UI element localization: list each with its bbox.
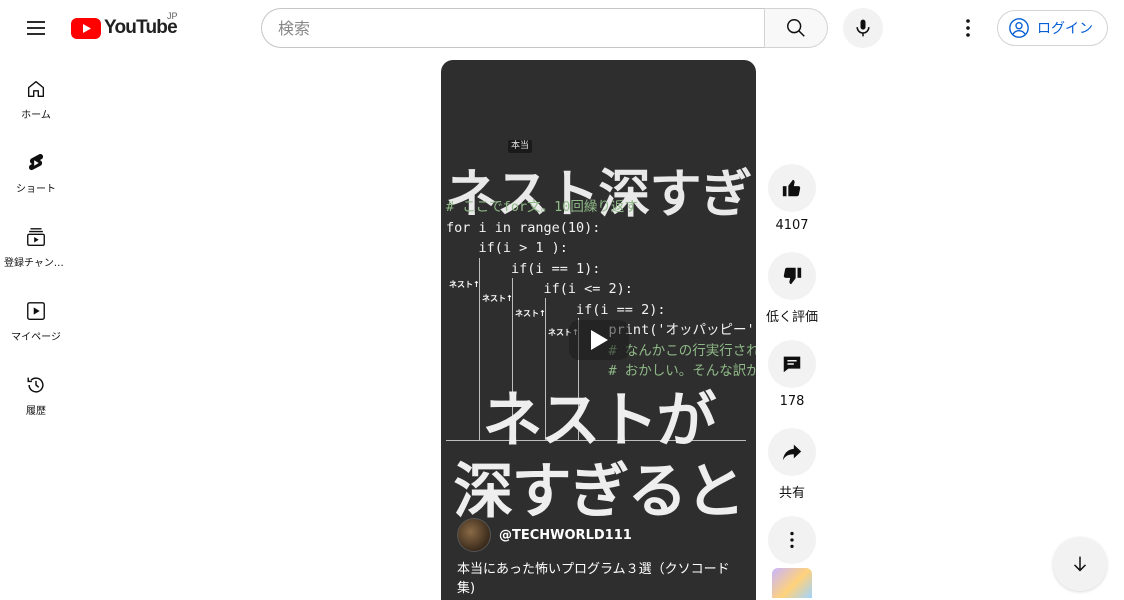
- more-actions-button[interactable]: [768, 516, 816, 564]
- sidebar-item-you[interactable]: マイページ: [0, 278, 72, 352]
- search-box: [261, 8, 828, 48]
- code-line: if(i == 1):: [446, 260, 601, 277]
- share-action: 共有: [768, 428, 816, 502]
- next-video-button[interactable]: [1053, 537, 1107, 591]
- sidebar-item-label: 履歴: [26, 406, 46, 417]
- video-title[interactable]: 本当にあった怖いプログラム３選（クソコード集): [457, 560, 747, 598]
- share-button[interactable]: [768, 428, 816, 476]
- dislike-label: 低く評価: [766, 310, 819, 325]
- nest-label: ネスト↑: [449, 280, 480, 289]
- history-icon: [27, 377, 44, 393]
- video-overlay-tag: 本当: [508, 140, 533, 153]
- login-label: ログイン: [1037, 21, 1093, 37]
- mini-guide: ホーム ショート 登録チャンネル マイページ 履歴: [0, 56, 72, 426]
- home-icon: [27, 80, 45, 98]
- comment-count: 178: [779, 394, 805, 409]
- search-button[interactable]: [764, 8, 828, 48]
- guide-menu-button[interactable]: [16, 8, 56, 48]
- masthead: YouTube JP ログイン: [0, 0, 1124, 56]
- search-icon: [787, 19, 805, 37]
- youtube-play-logo-icon: [71, 17, 101, 39]
- like-button[interactable]: [768, 164, 816, 212]
- login-button[interactable]: ログイン: [997, 10, 1108, 46]
- like-count: 4107: [775, 218, 809, 233]
- sidebar-item-home[interactable]: ホーム: [0, 56, 72, 130]
- play-button[interactable]: [569, 320, 629, 360]
- channel-info: @TECHWORLD111: [457, 518, 632, 552]
- youtube-logo[interactable]: YouTube: [71, 14, 178, 42]
- video-overlay-title-middle: ネストが: [482, 386, 717, 456]
- video-overlay-title-bottom: 深すぎると: [453, 457, 746, 527]
- code-line: # おかしい。そんな訳が: [446, 363, 756, 379]
- sound-thumbnail[interactable]: [772, 568, 812, 598]
- code-line: if(i > 1 ):: [446, 240, 568, 256]
- hamburger-icon: [27, 21, 45, 35]
- comment-action: 178: [768, 340, 816, 414]
- more-action: [768, 516, 816, 598]
- more-vert-icon: [790, 531, 794, 549]
- code-line: # ここでfor文。10回繰り返す: [446, 199, 638, 215]
- microphone-icon: [856, 19, 870, 37]
- you-icon: [27, 302, 45, 320]
- region-code: JP: [167, 11, 178, 21]
- subscriptions-icon: [27, 228, 45, 246]
- sidebar-item-shorts[interactable]: ショート: [0, 130, 72, 204]
- like-action: 4107: [768, 164, 816, 238]
- comment-icon: [783, 356, 801, 373]
- channel-avatar[interactable]: [457, 518, 491, 552]
- play-icon: [591, 330, 608, 350]
- dislike-action: 低く評価: [766, 252, 819, 326]
- thumbs-up-icon: [782, 179, 801, 197]
- voice-search-button[interactable]: [843, 8, 883, 48]
- sidebar-item-subscriptions[interactable]: 登録チャンネル: [0, 204, 72, 278]
- shorts-actions: 4107 低く評価 178 共有: [766, 164, 819, 598]
- sidebar-item-label: ショート: [16, 184, 56, 195]
- logo-wordmark: YouTube: [104, 17, 178, 38]
- thumbs-down-icon: [783, 267, 802, 285]
- code-line: for i in range(10):: [446, 219, 601, 236]
- arrow-down-icon: [1073, 556, 1087, 572]
- share-label: 共有: [778, 486, 805, 501]
- more-vert-icon: [966, 19, 970, 37]
- channel-name[interactable]: @TECHWORLD111: [499, 528, 632, 543]
- shorts-player[interactable]: ネスト深すぎ 本当 # ここでfor文。10回繰り返す for i in ran…: [441, 60, 756, 600]
- nest-label: ネスト↑: [482, 294, 513, 303]
- dislike-button[interactable]: [768, 252, 816, 300]
- comments-button[interactable]: [768, 340, 816, 388]
- sidebar-item-history[interactable]: 履歴: [0, 352, 72, 426]
- account-circle-icon: [1009, 18, 1029, 38]
- sidebar-item-label: マイページ: [11, 332, 61, 343]
- shorts-icon: [28, 154, 44, 171]
- sidebar-item-label: ホーム: [21, 110, 51, 121]
- nest-label: ネスト↑: [515, 309, 546, 318]
- share-icon: [782, 444, 802, 461]
- search-input[interactable]: [261, 8, 764, 48]
- settings-more-button[interactable]: [948, 8, 988, 48]
- sidebar-item-label: 登録チャンネル: [4, 258, 68, 269]
